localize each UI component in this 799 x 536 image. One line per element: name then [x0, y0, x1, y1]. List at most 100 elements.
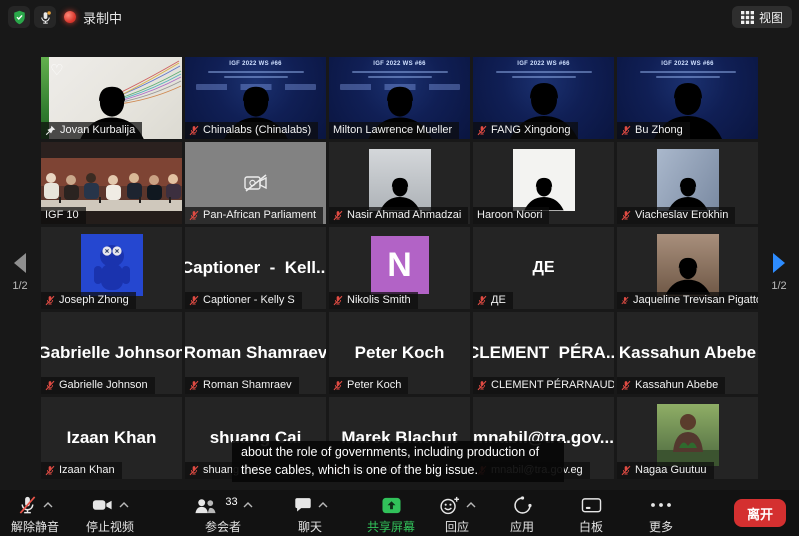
muted-mic-icon — [189, 380, 199, 391]
participant-name: Kassahun Abebe — [635, 379, 718, 391]
muted-mic-icon — [333, 295, 343, 306]
more-button[interactable]: 更多 — [626, 494, 696, 535]
slide-decoration — [656, 76, 720, 78]
participant-tile-pan-african-parliament[interactable]: Pan-African Parliament — [185, 142, 326, 224]
participant-tile-bu-zhong[interactable]: IGF 2022 WS #66 Bu Zhong — [617, 57, 758, 139]
stop-video-button[interactable]: 停止视频 — [75, 494, 145, 535]
nameplate: Captioner - Kelly S — [185, 292, 302, 309]
previous-page-control[interactable]: 1/2 — [0, 252, 40, 292]
participant-name: Haroon Noori — [477, 209, 542, 221]
participant-tile-roman-shamraev[interactable]: Roman Shamraev Roman Shamraev — [185, 312, 326, 394]
participants-button[interactable]: 33 参会者 — [188, 494, 258, 535]
slide-decoration — [224, 76, 288, 78]
next-page-control[interactable]: 1/2 — [759, 252, 799, 292]
participant-tile-kassahun-abebe[interactable]: Kassahun Abebe Kassahun Abebe — [617, 312, 758, 394]
participant-tile-viacheslav-erokhin[interactable]: Viacheslav Erokhin — [617, 142, 758, 224]
participant-name: Captioner - Kelly S — [203, 294, 295, 306]
participant-silhouette — [657, 404, 719, 466]
participant-tile-gabrielle-johnson[interactable]: Gabrielle Johnson Gabrielle Johnson — [41, 312, 182, 394]
participant-name: Jovan Kurbalija — [60, 124, 135, 136]
muted-mic-icon — [477, 380, 487, 391]
toolbar-label: 白板 — [579, 518, 603, 535]
recording-dot-icon — [64, 11, 76, 23]
toolbar-label: 回应 — [445, 518, 469, 535]
muted-mic-icon — [333, 380, 343, 391]
toolbar-label: 共享屏幕 — [367, 518, 415, 535]
muted-mic-icon — [45, 295, 55, 306]
whiteboard-button[interactable]: 白板 — [556, 494, 626, 535]
unmute-button[interactable]: 解除静音 — [0, 494, 70, 535]
participant-tile-jovan-kurbalija[interactable]: ♡ Jovan Kurbalija — [41, 57, 182, 139]
nameplate: Viacheslav Erokhin — [617, 207, 735, 224]
chat-icon — [293, 495, 313, 515]
caption-line-1: about the role of governments, including… — [241, 443, 555, 461]
apps-button[interactable]: 应用 — [487, 494, 557, 535]
participant-tile-joseph-zhong[interactable]: Joseph Zhong — [41, 227, 182, 309]
chevron-up-icon[interactable] — [119, 502, 129, 508]
chevron-up-icon[interactable] — [43, 502, 53, 508]
participant-tile-igf-10[interactable]: IGF 10 — [41, 142, 182, 224]
reactions-smiley-icon — [438, 495, 461, 516]
participant-tile-peter-koch[interactable]: Peter Koch Peter Koch — [329, 312, 470, 394]
participant-name: Chinalabs (Chinalabs) — [203, 124, 311, 136]
pin-icon — [45, 125, 56, 136]
apps-icon — [512, 495, 533, 516]
participant-name: Pan-African Parliament — [203, 209, 316, 221]
profile-photo — [657, 149, 719, 211]
leave-button[interactable]: 离开 — [734, 499, 786, 527]
slide-decoration — [352, 71, 448, 73]
view-button[interactable]: 视图 — [732, 6, 792, 28]
slide-decoration — [512, 76, 576, 78]
participant-tile-fang-xingdong[interactable]: IGF 2022 WS #66 FANG Xingdong — [473, 57, 614, 139]
muted-mic-icon — [477, 295, 487, 306]
participant-name: Nasir Ahmad Ahmadzai — [347, 209, 461, 221]
participant-tile-chinalabs[interactable]: IGF 2022 WS #66 Chinalabs (Chinalabs) — [185, 57, 326, 139]
slide-title: IGF 2022 WS #66 — [473, 61, 614, 67]
previous-page-arrow-icon[interactable] — [12, 252, 28, 274]
slide-decoration — [368, 76, 432, 78]
camera-icon — [91, 495, 114, 515]
chat-button[interactable]: 聊天 — [275, 494, 345, 535]
nameplate: Roman Shamraev — [185, 377, 299, 394]
nameplate: Pan-African Parliament — [185, 207, 323, 224]
participant-name: Joseph Zhong — [59, 294, 129, 306]
participant-tile-nikolis-smith[interactable]: N Nikolis Smith — [329, 227, 470, 309]
blue-figure-avatar — [81, 234, 143, 296]
participant-tile-jaqueline-pigatto[interactable]: Jaqueline Trevisan Pigatto — [617, 227, 758, 309]
chevron-up-icon[interactable] — [318, 502, 328, 508]
nameplate: Jaqueline Trevisan Pigatto — [617, 292, 758, 309]
muted-mic-icon — [621, 125, 631, 136]
caption-line-2: these cables, which is one of the big is… — [241, 461, 555, 479]
slide-title: IGF 2022 WS #66 — [185, 61, 326, 67]
next-page-arrow-icon[interactable] — [771, 252, 787, 274]
nameplate: ДЕ — [473, 292, 513, 309]
chevron-up-icon[interactable] — [466, 502, 476, 508]
participant-tile-nagaa-guutuu[interactable]: Nagaa Guutuu — [617, 397, 758, 479]
participant-tile-izaan-khan[interactable]: Izaan Khan Izaan Khan — [41, 397, 182, 479]
nameplate: Haroon Noori — [473, 207, 549, 224]
nameplate: FANG Xingdong — [473, 122, 578, 139]
slide-decoration — [496, 71, 592, 73]
participant-name: Roman Shamraev — [203, 379, 292, 391]
share-screen-button[interactable]: 共享屏幕 — [356, 494, 426, 535]
participant-tile-de[interactable]: ДЕ ДЕ — [473, 227, 614, 309]
participant-tile-clement-perarnaud[interactable]: CLEMENT PÉRA... CLEMENT PÉRARNAUD — [473, 312, 614, 394]
participant-tile-haroon-noori[interactable]: Haroon Noori — [473, 142, 614, 224]
share-screen-icon — [381, 496, 402, 515]
muted-mic-icon — [621, 295, 629, 306]
participant-tile-captioner-kelly[interactable]: Captioner - Kell... Captioner - Kelly S — [185, 227, 326, 309]
participant-name: CLEMENT PÉRARNAUD — [491, 379, 614, 391]
participant-tile-nasir-ahmadzai[interactable]: Nasir Ahmad Ahmadzai — [329, 142, 470, 224]
participant-silhouette — [371, 175, 429, 211]
profile-photo — [657, 404, 719, 466]
audio-indicator-button[interactable] — [34, 6, 56, 28]
participant-tile-milton-mueller[interactable]: IGF 2022 WS #66 Milton Lawrence Mueller — [329, 57, 470, 139]
video-grid: ♡ Jovan Kurbalija IGF 2022 WS #66 Chinal… — [41, 57, 758, 478]
more-ellipsis-icon — [650, 501, 672, 509]
security-shield-button[interactable] — [8, 6, 30, 28]
reactions-button[interactable]: 回应 — [422, 494, 492, 535]
grid-view-icon — [741, 11, 754, 24]
participant-name: Izaan Khan — [59, 464, 115, 476]
chevron-up-icon[interactable] — [243, 502, 253, 508]
top-bar: 录制中 视图 — [0, 0, 799, 34]
